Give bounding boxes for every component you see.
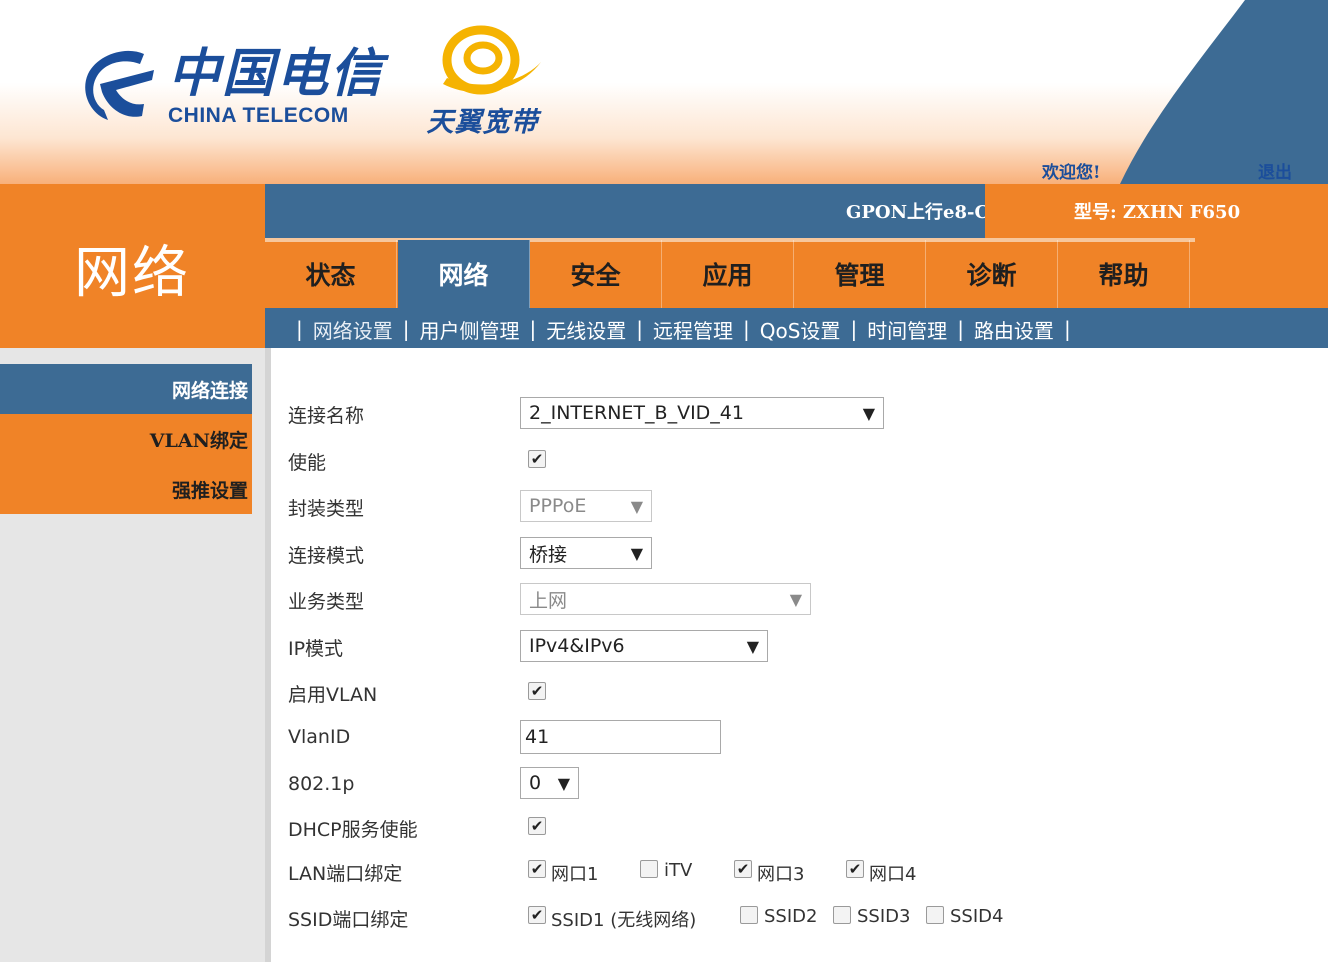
- tianyi-logo: 天翼宽带: [415, 22, 550, 139]
- sidebar-item-vlan-binding[interactable]: VLAN绑定: [0, 414, 252, 464]
- checkmark-icon: ✔: [530, 859, 544, 878]
- ip-mode-select[interactable]: IPv4&IPv6 ▼: [520, 630, 768, 662]
- device-type: GPON上行e8-C: [846, 202, 989, 223]
- subnav: | 网络设置 | 用户侧管理 | 无线设置 | 远程管理 | QoS设置 | 时…: [286, 314, 1081, 344]
- conn-name-label: 连接名称: [288, 405, 365, 427]
- ssid4-label: SSID4: [950, 906, 1004, 927]
- p8021-value: 0: [529, 772, 542, 794]
- subnav-network-settings[interactable]: 网络设置: [313, 315, 393, 344]
- subnav-wireless[interactable]: 无线设置: [546, 315, 626, 344]
- ssid2-checkbox[interactable]: [740, 906, 758, 924]
- dhcp-checkbox[interactable]: ✔: [528, 817, 546, 835]
- service-value: 上网: [529, 589, 568, 612]
- mode-select[interactable]: 桥接 ▼: [520, 537, 652, 569]
- enable-checkbox[interactable]: ✔: [528, 450, 546, 468]
- encap-label: 封装类型: [288, 498, 365, 520]
- subnav-time[interactable]: 时间管理: [867, 315, 947, 344]
- subnav-separator: |: [1063, 317, 1071, 341]
- tab-application[interactable]: 应用: [662, 240, 794, 308]
- tab-network[interactable]: 网络: [398, 240, 530, 308]
- welcome-text: 欢迎您!: [1042, 163, 1101, 183]
- subnav-separator: |: [743, 317, 750, 341]
- ssid1-checkbox[interactable]: ✔: [528, 906, 546, 924]
- ssid3-checkbox[interactable]: [833, 906, 851, 924]
- sidebar-item-push-settings[interactable]: 强推设置: [0, 464, 252, 514]
- logout-link[interactable]: 退出: [1258, 158, 1292, 183]
- enable-label: 使能: [288, 452, 327, 474]
- subnav-routing[interactable]: 路由设置: [974, 315, 1054, 344]
- brand-cn: 中国电信: [168, 43, 385, 104]
- lan-itv-label: iTV: [664, 860, 693, 881]
- p8021-select[interactable]: 0 ▼: [520, 767, 579, 799]
- subnav-separator: |: [850, 317, 858, 341]
- subnav-separator: |: [529, 317, 537, 341]
- checkmark-icon: ✔: [848, 859, 862, 878]
- model-label: 型号: ZXHN F650: [1074, 202, 1241, 223]
- service-select[interactable]: 上网 ▼: [520, 583, 811, 615]
- ip-mode-value: IPv4&IPv6: [529, 635, 625, 657]
- chevron-down-icon: ▼: [557, 773, 570, 793]
- vlan-id-input[interactable]: [520, 720, 721, 754]
- chevron-down-icon: ▼: [862, 403, 875, 423]
- subnav-separator: |: [636, 317, 643, 341]
- ssid-bind-label: SSID端口绑定: [288, 909, 409, 931]
- chevron-down-icon: ▼: [630, 543, 643, 563]
- tianyi-swirl-icon: [442, 25, 541, 95]
- encap-value: PPPoE: [529, 495, 587, 517]
- dhcp-label: DHCP服务使能: [288, 819, 418, 841]
- sidebar-item-network-connection[interactable]: 网络连接: [0, 364, 252, 414]
- service-label: 业务类型: [288, 591, 365, 613]
- chevron-down-icon: ▼: [789, 589, 802, 609]
- tab-security[interactable]: 安全: [530, 240, 662, 308]
- ssid4-checkbox[interactable]: [926, 906, 944, 924]
- checkmark-icon: ✔: [530, 449, 544, 468]
- ssid2-label: SSID2: [764, 906, 818, 927]
- china-telecom-logo: 中国电信 CHINA TELECOM: [74, 40, 384, 130]
- lan-bind-label: LAN端口绑定: [288, 863, 403, 885]
- subnav-separator: |: [402, 317, 410, 341]
- tab-management[interactable]: 管理: [794, 240, 926, 308]
- lan-port1-checkbox[interactable]: ✔: [528, 860, 546, 878]
- tab-help[interactable]: 帮助: [1058, 240, 1190, 308]
- ssid1-label: SSID1 (无线网络): [551, 910, 697, 931]
- page-title: 网络: [74, 241, 190, 306]
- lan-port4-label: 网口4: [869, 864, 917, 885]
- lan-itv-checkbox[interactable]: [640, 860, 658, 878]
- subnav-qos[interactable]: QoS设置: [760, 315, 841, 344]
- mode-value: 桥接: [529, 543, 568, 566]
- encap-select[interactable]: PPPoE ▼: [520, 490, 652, 522]
- ip-mode-label: IP模式: [288, 638, 344, 660]
- conn-name-select[interactable]: 2_INTERNET_B_VID_41 ▼: [520, 397, 884, 429]
- checkmark-icon: ✔: [736, 859, 750, 878]
- checkmark-icon: ✔: [530, 681, 544, 700]
- sub-brand: 天翼宽带: [426, 107, 539, 138]
- checkmark-icon: ✔: [530, 816, 544, 835]
- lan-port3-checkbox[interactable]: ✔: [734, 860, 752, 878]
- ssid3-label: SSID3: [857, 906, 911, 927]
- vlan-id-label: VlanID: [288, 726, 351, 748]
- tab-status[interactable]: 状态: [265, 240, 397, 308]
- vlan-enable-checkbox[interactable]: ✔: [528, 682, 546, 700]
- chevron-down-icon: ▼: [630, 496, 643, 516]
- chevron-down-icon: ▼: [746, 636, 759, 656]
- lan-port4-checkbox[interactable]: ✔: [846, 860, 864, 878]
- subnav-separator: |: [957, 317, 964, 341]
- telecom-symbol-icon: [85, 50, 154, 120]
- lan-port3-label: 网口3: [757, 864, 805, 885]
- subnav-remote[interactable]: 远程管理: [653, 315, 733, 344]
- brand-en: CHINA TELECOM: [168, 104, 349, 127]
- tab-diagnostics[interactable]: 诊断: [926, 240, 1058, 308]
- checkmark-icon: ✔: [530, 905, 544, 924]
- vlan-enable-label: 启用VLAN: [288, 684, 378, 706]
- subnav-user-side[interactable]: 用户侧管理: [420, 315, 520, 344]
- lan-port1-label: 网口1: [551, 864, 599, 885]
- p8021-label: 802.1p: [288, 773, 355, 795]
- subnav-separator: |: [296, 317, 303, 341]
- mode-label: 连接模式: [288, 545, 365, 567]
- conn-name-value: 2_INTERNET_B_VID_41: [529, 402, 744, 424]
